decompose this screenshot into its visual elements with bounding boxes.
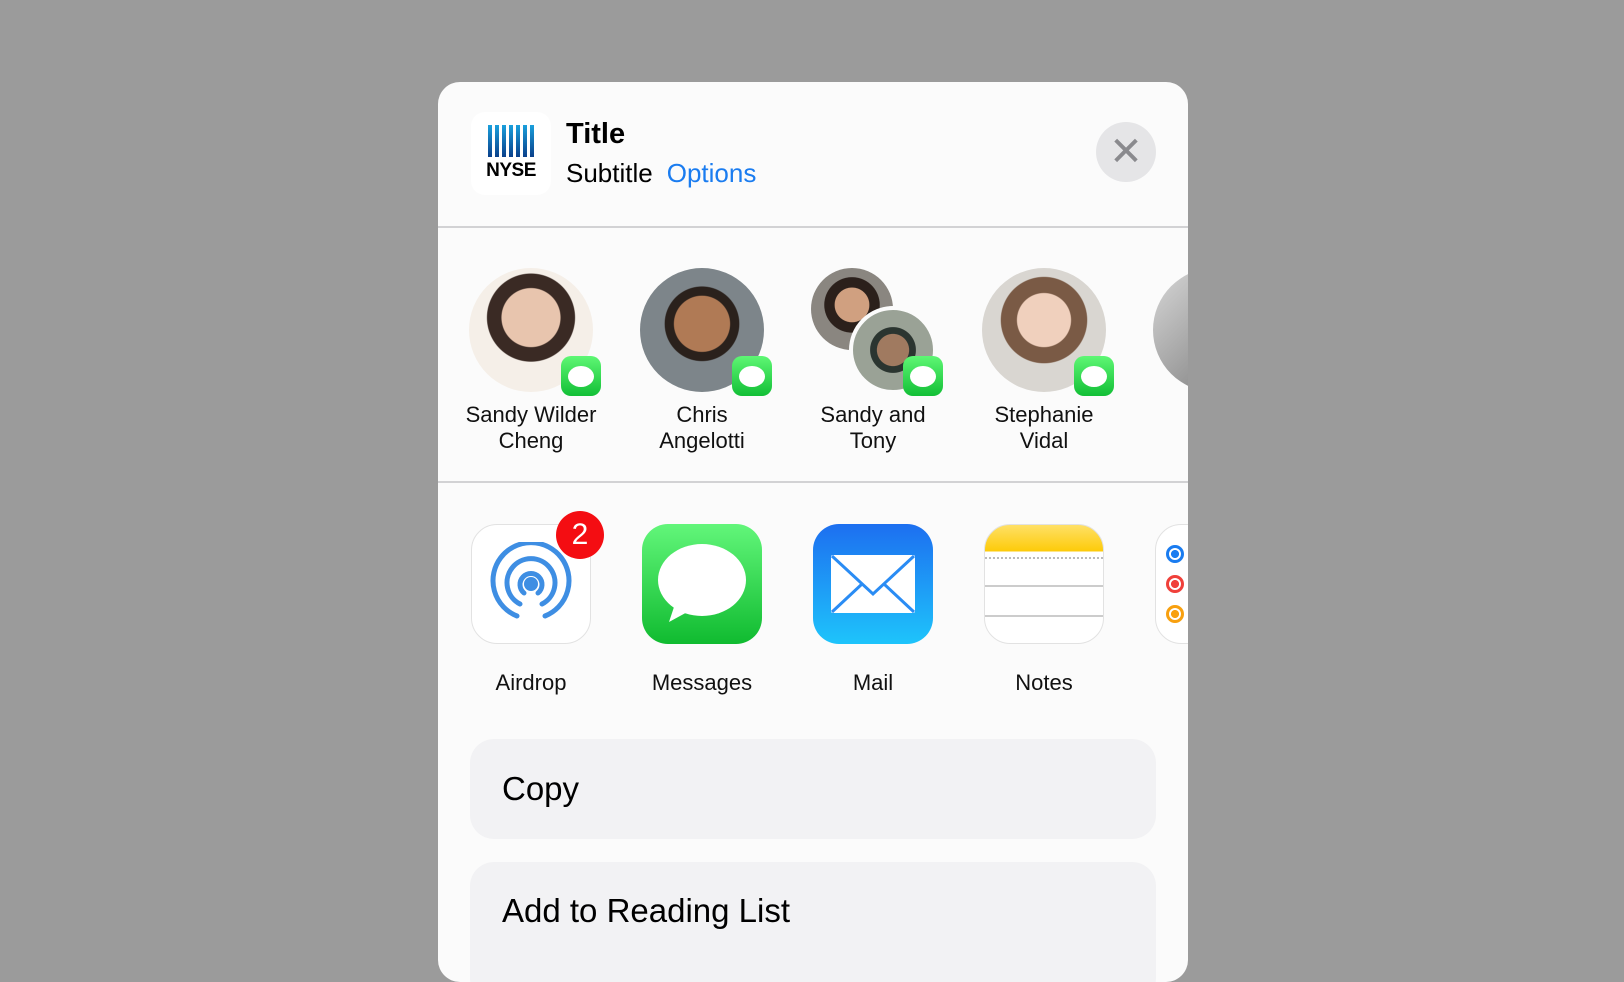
nyse-bars-icon — [488, 125, 534, 157]
person-name: Sandy Wilder — [465, 402, 597, 427]
person-name: Stephanie — [994, 402, 1094, 427]
app-logo: NYSE — [471, 112, 551, 195]
person-sandy-wilder-cheng[interactable]: Sandy Wilder Cheng — [451, 268, 611, 454]
share-title: Title — [566, 118, 626, 150]
person-name: Vidal — [1019, 428, 1069, 453]
messages-icon — [642, 524, 762, 644]
action-label: Add to Reading List — [502, 892, 791, 929]
action-label: Copy — [502, 770, 580, 807]
person-name: Tony — [849, 428, 897, 453]
app-label: Re — [1135, 670, 1188, 696]
app-airdrop[interactable]: 2 Airdrop — [451, 511, 611, 696]
app-reminders[interactable]: Re — [1135, 524, 1188, 696]
options-link[interactable]: Options — [667, 158, 757, 188]
person-name: Angelotti — [659, 428, 745, 453]
app-messages[interactable]: Messages — [622, 524, 782, 696]
notes-icon — [984, 524, 1104, 644]
messages-badge-icon — [903, 356, 943, 396]
person-stephanie-vidal[interactable]: Stephanie Vidal — [964, 268, 1124, 454]
notification-badge: 2 — [556, 511, 604, 559]
group-avatar — [811, 268, 943, 396]
person-name: An — [1135, 402, 1188, 428]
share-sheet: NYSE Title Subtitle Options ✕ Sandy Wilde… — [438, 82, 1188, 982]
avatar — [469, 268, 601, 396]
avatar — [1153, 268, 1188, 392]
close-button[interactable]: ✕ — [1096, 122, 1156, 182]
airdrop-icon: 2 — [471, 511, 604, 644]
app-notes[interactable]: Notes — [964, 524, 1124, 696]
app-mail[interactable]: Mail — [793, 524, 953, 696]
person-name: Sandy and — [820, 402, 926, 427]
reminders-icon — [1155, 524, 1188, 644]
app-label: Notes — [1015, 670, 1073, 695]
logo-text: NYSE — [486, 160, 536, 181]
app-label: Messages — [651, 670, 753, 695]
mail-icon — [813, 524, 933, 644]
divider — [438, 226, 1188, 228]
close-icon: ✕ — [1109, 130, 1143, 174]
divider — [438, 481, 1188, 483]
avatar — [640, 268, 772, 396]
messages-badge-icon — [1074, 356, 1114, 396]
avatar — [982, 268, 1114, 396]
messages-badge-icon — [732, 356, 772, 396]
person-chris-angelotti[interactable]: Chris Angelotti — [622, 268, 782, 454]
person-sandy-and-tony[interactable]: Sandy and Tony — [793, 268, 953, 454]
person-partial[interactable]: An — [1135, 268, 1188, 428]
app-label: Airdrop — [495, 670, 567, 695]
share-subtitle: Subtitle — [566, 158, 653, 188]
messages-badge-icon — [561, 356, 601, 396]
add-to-reading-list-button[interactable]: Add to Reading List — [470, 862, 1156, 982]
app-label: Mail — [852, 670, 894, 695]
person-name: Cheng — [498, 428, 564, 453]
person-name: Chris — [676, 402, 728, 427]
copy-button[interactable]: Copy — [470, 739, 1156, 839]
